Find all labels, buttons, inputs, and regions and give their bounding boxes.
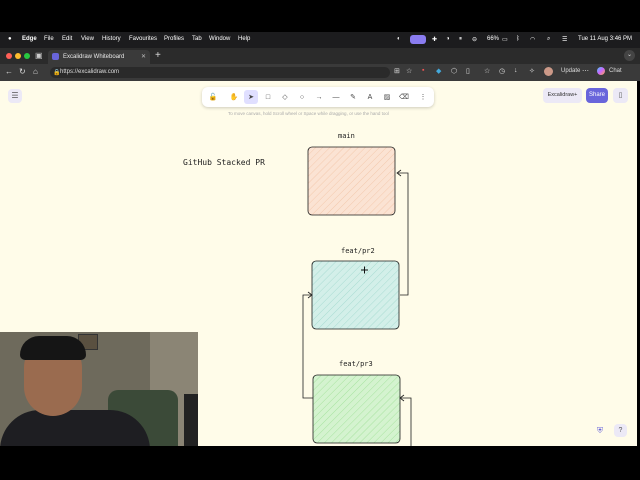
arrow-pr3-to-pr2[interactable] [302, 291, 313, 399]
chat-button[interactable]: Chat [609, 68, 622, 74]
arrow-into-pr3[interactable] [399, 394, 412, 446]
home-icon[interactable]: ⌂ [33, 67, 38, 76]
favorite-star-icon[interactable]: ☆ [406, 67, 412, 75]
favorites-icon[interactable]: ☆ [484, 67, 490, 75]
extension-red-icon[interactable]: ▪ [422, 67, 424, 74]
menu-tab[interactable]: Tab [192, 36, 202, 42]
menu-window[interactable]: Window [209, 36, 230, 42]
tab-overflow-icon[interactable]: ⌄ [624, 50, 635, 61]
split-screen-icon[interactable]: ▯ [466, 67, 470, 75]
close-tab-icon[interactable]: ✕ [141, 53, 146, 60]
menu-help[interactable]: Help [238, 36, 250, 42]
reload-icon[interactable]: ↻ [19, 67, 26, 76]
excalidraw-favicon-icon [52, 53, 59, 60]
browser-toolbar: ← ↻ ⌂ 🔒 https://excalidraw.com ⊞ ☆ ▪ ◆ ⬡… [0, 64, 640, 81]
webcam-speaker [184, 394, 198, 446]
history-icon[interactable]: ◷ [499, 67, 505, 75]
menu-app-name[interactable]: Edge [22, 36, 37, 42]
wifi-icon[interactable]: ◠ [530, 36, 535, 43]
shield-icon[interactable]: ⛨ [597, 426, 603, 436]
url-text: https://excalidraw.com [60, 69, 120, 75]
box-main-outline [307, 146, 396, 216]
menu-favourites[interactable]: Favourites [129, 36, 157, 42]
extension-diamond-icon[interactable]: ◆ [436, 67, 441, 75]
plus-status-icon[interactable]: ✚ [432, 36, 437, 43]
search-icon[interactable]: ⌕ [547, 36, 550, 43]
menu-profiles[interactable]: Profiles [164, 36, 184, 42]
address-bar[interactable]: 🔒 https://excalidraw.com [50, 67, 390, 78]
webcam-overlay [0, 332, 198, 446]
back-icon[interactable]: ← [5, 67, 13, 76]
webcam-person-shirt [0, 410, 150, 446]
new-tab-icon[interactable]: + [155, 50, 161, 61]
app-available-icon[interactable]: ⊞ [394, 67, 400, 75]
download-icon[interactable]: ↓ [514, 67, 518, 74]
recording-icon[interactable]: ◐ [397, 36, 401, 42]
minimize-window-icon[interactable] [15, 53, 21, 59]
menu-clock[interactable]: Tue 11 Aug 3:46 PM [578, 36, 632, 42]
profile-avatar[interactable] [544, 67, 553, 76]
control-center-icon[interactable]: ☰ [562, 36, 567, 43]
menu-file[interactable]: File [44, 36, 54, 42]
copilot-chat-icon[interactable] [597, 67, 605, 75]
box-main[interactable] [307, 146, 396, 216]
box-pr3[interactable] [312, 374, 401, 444]
box-pr2[interactable] [311, 260, 400, 330]
close-window-icon[interactable] [6, 53, 12, 59]
sidebar-toggle-icon[interactable]: ▣ [35, 51, 43, 60]
menu-history[interactable]: History [102, 36, 121, 42]
menu-view[interactable]: View [81, 36, 94, 42]
tab-title: Excalidraw Whiteboard [63, 54, 125, 60]
webcam-person-hair [20, 336, 86, 360]
menu-edit[interactable]: Edit [62, 36, 72, 42]
screen-record-icon[interactable] [410, 35, 426, 44]
box-pr3-outline [312, 374, 401, 444]
dnd-icon[interactable]: ⊖ [472, 36, 477, 43]
macos-menu-bar: ● Edge File Edit View History Favourites… [0, 32, 640, 48]
copilot-icon[interactable]: ✧ [529, 67, 535, 75]
more-icon[interactable]: ⋯ [582, 67, 589, 75]
extension-hex-icon[interactable]: ⬡ [451, 67, 457, 75]
battery-percent[interactable]: 66% [487, 36, 499, 42]
battery-icon[interactable]: ▭ [502, 36, 508, 43]
zoom-window-icon[interactable] [24, 53, 30, 59]
contrast-icon[interactable]: ◑ [446, 36, 450, 42]
update-button[interactable]: Update [561, 68, 580, 74]
pause-icon[interactable]: ⏸ [459, 36, 462, 43]
browser-tab-bar: ▣ Excalidraw Whiteboard ✕ + ⌄ [0, 48, 640, 64]
help-icon[interactable]: ? [614, 424, 627, 437]
tab-excalidraw[interactable]: Excalidraw Whiteboard ✕ [48, 50, 150, 64]
bluetooth-icon[interactable]: ᛒ [516, 36, 520, 42]
apple-icon[interactable]: ● [8, 36, 12, 42]
box-pr2-outline [311, 260, 400, 330]
